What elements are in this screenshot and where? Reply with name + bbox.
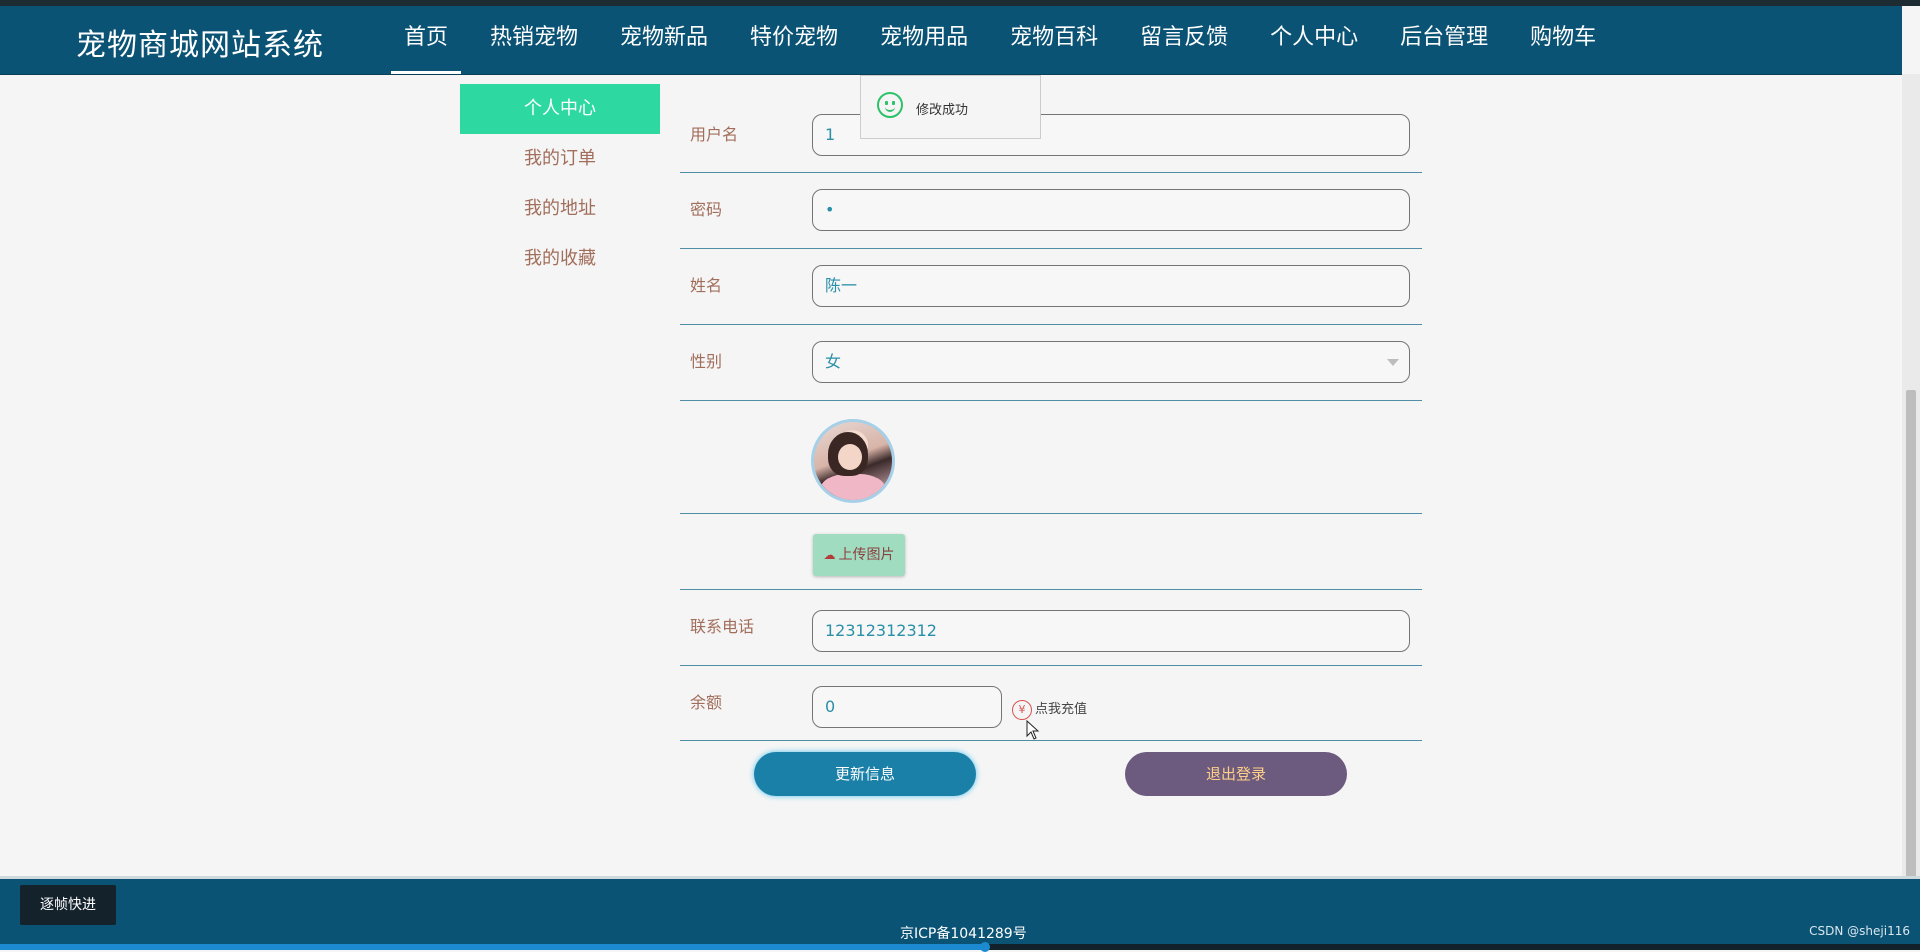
password-input[interactable]: • — [812, 189, 1410, 231]
nav-item-new-pets[interactable]: 宠物新品 — [599, 6, 729, 74]
balance-input[interactable]: 0 — [812, 686, 1002, 728]
nav-item-home[interactable]: 首页 — [383, 6, 469, 74]
profile-form: 用户名 1 密码 • 姓名 陈一 性别 女 ☁ 上传图片 联系电话 1231231… — [680, 98, 1422, 741]
upload-image-button[interactable]: ☁ 上传图片 — [813, 534, 905, 576]
nav-item-feedback[interactable]: 留言反馈 — [1119, 6, 1249, 74]
nav-item-discount-pets[interactable]: 特价宠物 — [729, 6, 859, 74]
phone-label: 联系电话 — [690, 617, 755, 636]
form-row-password: 密码 • — [680, 173, 1422, 249]
logout-button[interactable]: 退出登录 — [1125, 752, 1347, 796]
form-row-upload: ☁ 上传图片 — [680, 514, 1422, 590]
nav-item-pet-supplies[interactable]: 宠物用品 — [859, 6, 989, 74]
form-row-phone: 联系电话 12312312312 — [680, 590, 1422, 666]
watermark-text: CSDN @sheji116 — [1809, 924, 1910, 938]
toast-message: 修改成功 — [916, 103, 969, 118]
video-progress-bar[interactable] — [0, 942, 1920, 952]
chevron-down-icon — [1387, 359, 1399, 366]
form-row-balance: 余额 0 ¥ 点我充值 — [680, 666, 1422, 741]
cloud-upload-icon: ☁ — [823, 548, 836, 562]
nav-item-user-center[interactable]: 个人中心 — [1249, 6, 1379, 74]
sidebar-item-user-center[interactable]: 个人中心 — [460, 84, 660, 134]
top-navbar: 宠物商城网站系统 首页 热销宠物 宠物新品 特价宠物 宠物用品 宠物百科 留言反… — [0, 6, 1902, 75]
nav-item-hot-pets[interactable]: 热销宠物 — [469, 6, 599, 74]
icp-record: 京ICP备1041289号 — [900, 926, 1027, 942]
update-info-button[interactable]: 更新信息 — [754, 752, 976, 796]
name-input[interactable]: 陈一 — [812, 265, 1410, 307]
page-footer: 京ICP备1041289号 CSDN @sheji116 — [0, 876, 1920, 947]
user-sidebar: 个人中心 我的订单 我的地址 我的收藏 — [460, 84, 660, 284]
gender-selected-value: 女 — [825, 352, 842, 371]
success-toast: 修改成功 — [860, 75, 1041, 139]
site-title: 宠物商城网站系统 — [76, 28, 324, 63]
progress-fill — [0, 944, 984, 950]
yen-icon: ¥ — [1012, 699, 1032, 720]
username-label: 用户名 — [690, 125, 739, 144]
smile-icon — [877, 92, 903, 118]
recharge-link[interactable]: ¥ 点我充值 — [1012, 698, 1087, 720]
nav-item-admin[interactable]: 后台管理 — [1379, 6, 1509, 74]
avatar — [811, 419, 895, 503]
form-row-username: 用户名 1 — [680, 98, 1422, 173]
form-row-gender: 性别 女 — [680, 325, 1422, 401]
balance-label: 余额 — [690, 693, 723, 712]
mouse-cursor-icon — [1026, 720, 1040, 740]
phone-input[interactable]: 12312312312 — [812, 610, 1410, 652]
scrollbar-thumb[interactable] — [1906, 390, 1916, 884]
name-label: 姓名 — [690, 276, 723, 295]
password-label: 密码 — [690, 200, 723, 219]
gender-select[interactable]: 女 — [812, 341, 1410, 383]
sidebar-item-my-favorites[interactable]: 我的收藏 — [460, 234, 660, 284]
form-row-avatar — [680, 401, 1422, 514]
form-row-name: 姓名 陈一 — [680, 249, 1422, 325]
sidebar-item-my-orders[interactable]: 我的订单 — [460, 134, 660, 184]
sidebar-item-my-address[interactable]: 我的地址 — [460, 184, 660, 234]
main-nav: 首页 热销宠物 宠物新品 特价宠物 宠物用品 宠物百科 留言反馈 个人中心 后台… — [383, 6, 1617, 74]
nav-item-pet-encyclopedia[interactable]: 宠物百科 — [989, 6, 1119, 74]
page-scrollbar[interactable] — [1902, 74, 1920, 894]
progress-knob[interactable] — [980, 942, 990, 952]
nav-item-cart[interactable]: 购物车 — [1509, 6, 1617, 74]
upload-label: 上传图片 — [838, 547, 895, 563]
gender-label: 性别 — [690, 352, 723, 371]
recharge-label: 点我充值 — [1035, 702, 1088, 717]
frame-advance-button[interactable]: 逐帧快进 — [20, 885, 116, 925]
form-actions: 更新信息 退出登录 — [680, 752, 1422, 798]
